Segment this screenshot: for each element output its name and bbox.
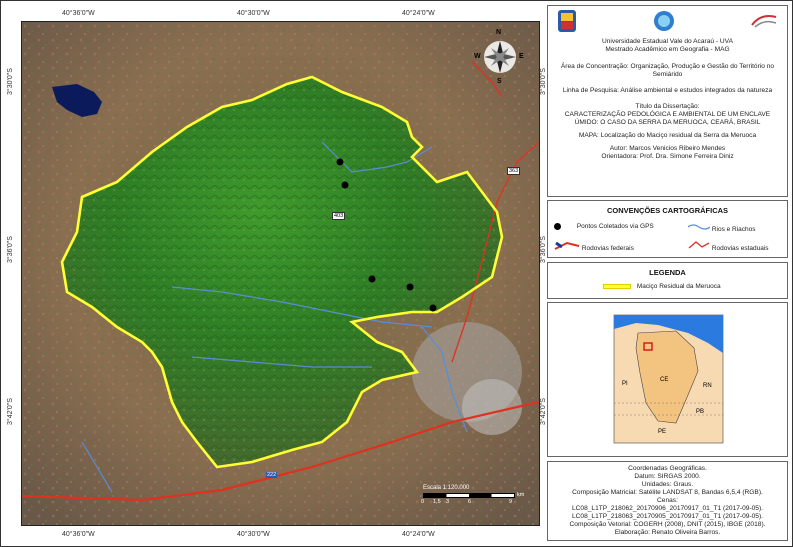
- coord-bottom-3: 40°24'0"W: [402, 531, 435, 538]
- footer-panel: Coordenadas Geográficas. Datum: SIRGAS 2…: [547, 461, 788, 541]
- coord-right-3: 3°42'0"S: [540, 398, 547, 425]
- coord-top-2: 40°30'0"W: [237, 10, 270, 17]
- footer-line-8: Composição Vetorial: COGERH (2008), DNIT…: [569, 521, 766, 528]
- inset-label-pe: PE: [658, 429, 666, 435]
- legend-panel: LEGENDA Maciço Residual da Meruoca: [547, 262, 788, 299]
- university-name: Universidade Estadual Vale do Acaraú - U…: [602, 38, 733, 45]
- federal-road-icon: [554, 241, 580, 250]
- map-title: MAPA: Localização do Maciço residual da …: [578, 132, 757, 139]
- road-shield-403: 403: [332, 212, 346, 220]
- mag-logo-icon: [653, 11, 674, 31]
- south-letter: S: [497, 78, 502, 85]
- coord-top-1: 40°36'0"W: [62, 10, 95, 17]
- coord-bottom-2: 40°30'0"W: [237, 531, 270, 538]
- research-line: Linha de Pesquisa: Análise ambiental e e…: [562, 87, 773, 94]
- inset-label-rn: RN: [703, 383, 712, 389]
- logos: [548, 6, 787, 38]
- footer-line-1: Coordenadas Geográficas.: [628, 465, 707, 472]
- coord-bottom-1: 40°36'0"W: [62, 531, 95, 538]
- gps-point-icon: [554, 223, 561, 230]
- thesis-title: CARACTERIZAÇÃO PEDOLÓGICA E AMBIENTAL DE…: [564, 111, 771, 126]
- coord-left-3: 3°42'0"S: [7, 398, 14, 425]
- road-shield-222: 222: [266, 472, 278, 478]
- north-arrow-icon: [484, 41, 516, 73]
- river-legend: Rios e Riachos: [687, 223, 756, 233]
- legend-title: LEGENDA: [649, 268, 686, 277]
- program-name: Mestrado Acadêmico em Geografia - MAG: [605, 46, 730, 53]
- footer-line-2: Datum: SIRGAS 2000.: [634, 473, 701, 480]
- inset-panel: CE PI RN PB PE: [547, 302, 788, 457]
- inset-label-pb: PB: [696, 409, 704, 415]
- federal-road-legend: Rodovias federais: [554, 240, 634, 252]
- footer-line-5: Cenas:: [657, 497, 678, 504]
- state-road-icon: [688, 241, 710, 249]
- massif-line-icon: [603, 283, 631, 289]
- uva-logo-icon: [558, 10, 576, 32]
- scale-bar: Escala 1:120.000 0 1,5 3 6 9 km: [421, 485, 525, 505]
- gps-point-legend: Pontos Coletados via GPS: [554, 223, 654, 230]
- state-road-legend: Rodovias estaduais: [688, 240, 769, 252]
- coord-left-2: 3°36'0"S: [7, 236, 14, 263]
- coord-right-2: 3°36'0"S: [540, 236, 547, 263]
- coord-right-1: 3°30'0"S: [540, 68, 547, 95]
- coord-top-3: 40°24'0"W: [402, 10, 435, 17]
- footer-line-9: Elaboração: Renato Oliveira Barros.: [614, 529, 721, 536]
- east-letter: E: [519, 53, 524, 60]
- conventions-title: CONVENÇÕES CARTOGRÁFICAS: [606, 206, 729, 215]
- title-panel: Universidade Estadual Vale do Acaraú - U…: [547, 5, 788, 197]
- concentration-area: Área de Concentração: Organização, Produ…: [560, 63, 775, 78]
- footer-line-4: Composição Matricial: Satélite LANDSAT 8…: [572, 489, 763, 496]
- road-shield-363: 363: [507, 167, 521, 175]
- north-letter: N: [496, 29, 502, 36]
- inset-label-pi: PI: [622, 381, 628, 387]
- footer-line-3: Unidades: Graus.: [641, 481, 694, 488]
- west-letter: W: [474, 53, 481, 60]
- footer-line-6: LC08_L1TP_218062_20170906_20170917_01_T1…: [571, 505, 764, 512]
- massif-legend: Maciço Residual da Meruoca: [603, 283, 721, 290]
- inset-map: CE PI RN PB PE: [548, 303, 787, 456]
- map-canvas: [22, 22, 539, 525]
- advisor: Orientadora: Prof. Dra. Simone Ferreira …: [601, 153, 734, 160]
- lab-logo-icon: [751, 15, 777, 28]
- river-line-icon: [687, 224, 711, 230]
- footer-line-7: LC08_L1TP_218063_20170905_20170917_01_T1…: [571, 513, 764, 520]
- inset-label-ce: CE: [660, 377, 668, 383]
- coord-left-1: 3°30'0"S: [7, 68, 14, 95]
- conventions-panel: CONVENÇÕES CARTOGRÁFICAS Pontos Coletado…: [547, 200, 788, 258]
- thesis-label: Título da Dissertação:: [635, 103, 700, 110]
- author: Autor: Marcos Venicios Ribeiro Mendes: [609, 145, 726, 152]
- satellite-map[interactable]: N S E W 403 222 363 Escala 1:120.000 0 1…: [21, 21, 540, 526]
- scale-text: Escala 1:120.000: [423, 485, 470, 491]
